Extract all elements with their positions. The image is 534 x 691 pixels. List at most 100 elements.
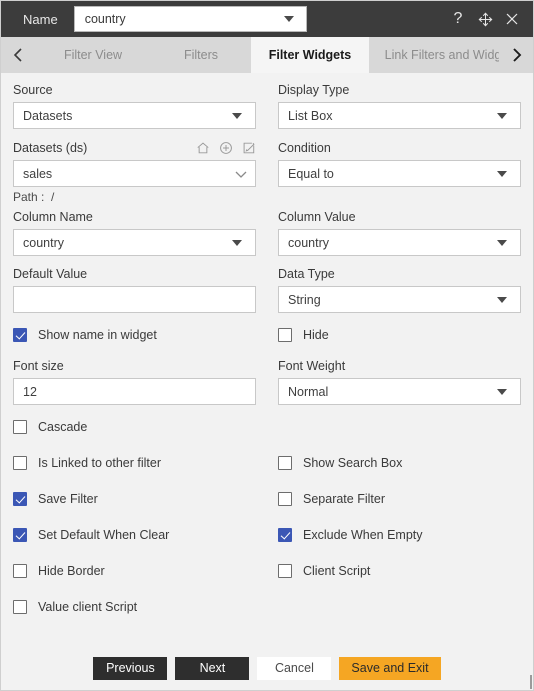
column-name-value: country xyxy=(23,235,64,250)
checkbox-is-linked-to-other-filter[interactable]: Is Linked to other filter xyxy=(13,452,256,474)
chevron-down-icon xyxy=(497,170,507,177)
chevron-down-icon xyxy=(232,112,242,119)
tab-filters[interactable]: Filters xyxy=(151,37,251,73)
checkbox-box[interactable] xyxy=(278,564,292,578)
checkbox-exclude-when-empty[interactable]: Exclude When Empty xyxy=(278,524,521,546)
checkbox-client-script[interactable]: Client Script xyxy=(278,560,521,582)
source-label: Source xyxy=(13,83,53,97)
checkbox-show-name-in-widget[interactable]: Show name in widget xyxy=(13,324,256,346)
condition-dropdown[interactable]: Equal to xyxy=(278,160,521,187)
default-exclude-row: Set Default When Clear Exclude When Empt… xyxy=(13,524,521,546)
font-size-input[interactable]: 12 xyxy=(13,378,256,405)
checkbox-box[interactable] xyxy=(13,456,27,470)
home-icon[interactable] xyxy=(196,141,210,155)
value-client-script-spacer xyxy=(278,596,521,618)
display-type-dropdown[interactable]: List Box xyxy=(278,102,521,129)
checkbox-label: Hide Border xyxy=(38,564,105,578)
move-arrows-icon[interactable] xyxy=(476,10,494,28)
tab-link-filters-and-widgets[interactable]: Link Filters and Widge xyxy=(369,37,499,73)
tab-label: Link Filters and Widge xyxy=(384,48,499,62)
checkbox-show-search-box[interactable]: Show Search Box xyxy=(278,452,521,474)
checkbox-box[interactable] xyxy=(278,528,292,542)
checkbox-label: Is Linked to other filter xyxy=(38,456,161,470)
save-and-exit-button[interactable]: Save and Exit xyxy=(339,656,441,680)
next-button[interactable]: Next xyxy=(175,656,250,680)
column-name-field: Column Name country xyxy=(13,210,256,256)
checkbox-box[interactable] xyxy=(13,600,27,614)
checkbox-box[interactable] xyxy=(13,420,27,434)
column-value-label: Column Value xyxy=(278,210,356,224)
checkbox-box[interactable] xyxy=(278,456,292,470)
datasets-label: Datasets (ds) xyxy=(13,140,88,155)
cascade-row: Cascade xyxy=(13,416,521,438)
form-content: Source Datasets Display Type List Box Da… xyxy=(1,73,533,649)
name-select[interactable]: country xyxy=(73,6,307,32)
tab-filter-widgets[interactable]: Filter Widgets xyxy=(251,37,369,73)
checkbox-box[interactable] xyxy=(13,492,27,506)
dialog-footer: Previous Next Cancel Save and Exit xyxy=(1,649,533,690)
previous-button[interactable]: Previous xyxy=(93,656,168,680)
question-mark-icon[interactable]: ? xyxy=(449,10,467,28)
font-weight-label: Font Weight xyxy=(278,359,346,373)
default-value-input[interactable] xyxy=(13,286,256,313)
cancel-button[interactable]: Cancel xyxy=(257,656,332,680)
checkbox-save-filter[interactable]: Save Filter xyxy=(13,488,256,510)
path-label: Path : xyxy=(13,190,45,204)
checkbox-cascade[interactable]: Cascade xyxy=(13,416,256,438)
condition-label: Condition xyxy=(278,140,331,155)
filter-widgets-dialog: Name country ? Filter View Filters Filte… xyxy=(0,0,534,691)
add-circle-icon[interactable] xyxy=(219,141,233,155)
name-label: Name xyxy=(23,11,58,27)
dataset-path: Path : / xyxy=(13,190,256,204)
tab-filter-view[interactable]: Filter View xyxy=(35,37,151,73)
checkbox-set-default-when-clear[interactable]: Set Default When Clear xyxy=(13,524,256,546)
checkbox-label: Hide xyxy=(303,328,329,342)
checkbox-box[interactable] xyxy=(278,328,292,342)
tabs-strip: Filter View Filters Filter Widgets Link … xyxy=(35,37,499,73)
tab-label: Filter View xyxy=(63,48,123,62)
font-size-value: 12 xyxy=(23,384,37,399)
column-row: Column Name country Column Value country xyxy=(13,210,521,256)
chevron-down-icon xyxy=(497,296,507,303)
default-value-field: Default Value xyxy=(13,267,256,313)
column-value-dropdown[interactable]: country xyxy=(278,229,521,256)
display-type-value: List Box xyxy=(288,108,333,123)
checkbox-separate-filter[interactable]: Separate Filter xyxy=(278,488,521,510)
checkbox-label: Show name in widget xyxy=(38,328,157,342)
save-separate-row: Save Filter Separate Filter xyxy=(13,488,521,510)
font-weight-value: Normal xyxy=(288,384,329,399)
tabs-scroll-left-button[interactable] xyxy=(1,37,35,73)
tabs-scroll-right-button[interactable] xyxy=(499,37,533,73)
checkbox-label: Save Filter xyxy=(38,492,98,506)
datasets-actions xyxy=(196,141,256,155)
datasets-dropdown[interactable]: sales xyxy=(13,160,256,187)
checkbox-box[interactable] xyxy=(13,328,27,342)
display-type-field: Display Type List Box xyxy=(278,83,521,129)
data-type-value: String xyxy=(288,292,321,307)
edit-icon[interactable] xyxy=(242,141,256,155)
chevron-down-icon xyxy=(234,169,248,179)
column-name-dropdown[interactable]: country xyxy=(13,229,256,256)
chevron-down-icon xyxy=(497,112,507,119)
checkbox-box[interactable] xyxy=(278,492,292,506)
checkbox-box[interactable] xyxy=(13,528,27,542)
checkbox-box[interactable] xyxy=(13,564,27,578)
close-icon[interactable] xyxy=(503,10,521,28)
checkbox-hide-border[interactable]: Hide Border xyxy=(13,560,256,582)
chevron-down-icon xyxy=(232,239,242,246)
resize-handle[interactable] xyxy=(530,675,532,689)
checkbox-label: Set Default When Clear xyxy=(38,528,170,542)
tab-label: Filter Widgets xyxy=(268,48,352,62)
source-dropdown[interactable]: Datasets xyxy=(13,102,256,129)
column-value-value: country xyxy=(288,235,329,250)
title-bar-icons: ? xyxy=(449,10,525,28)
checkbox-hide[interactable]: Hide xyxy=(278,324,521,346)
cascade-row-spacer xyxy=(278,416,521,438)
options-checkbox-grid: Cascade Is Linked to other filter Show S… xyxy=(13,416,521,618)
chevron-down-icon xyxy=(497,388,507,395)
checkbox-value-client-script[interactable]: Value client Script xyxy=(13,596,256,618)
checkbox-label: Client Script xyxy=(303,564,371,578)
default-value-label: Default Value xyxy=(13,267,88,281)
data-type-dropdown[interactable]: String xyxy=(278,286,521,313)
font-weight-dropdown[interactable]: Normal xyxy=(278,378,521,405)
